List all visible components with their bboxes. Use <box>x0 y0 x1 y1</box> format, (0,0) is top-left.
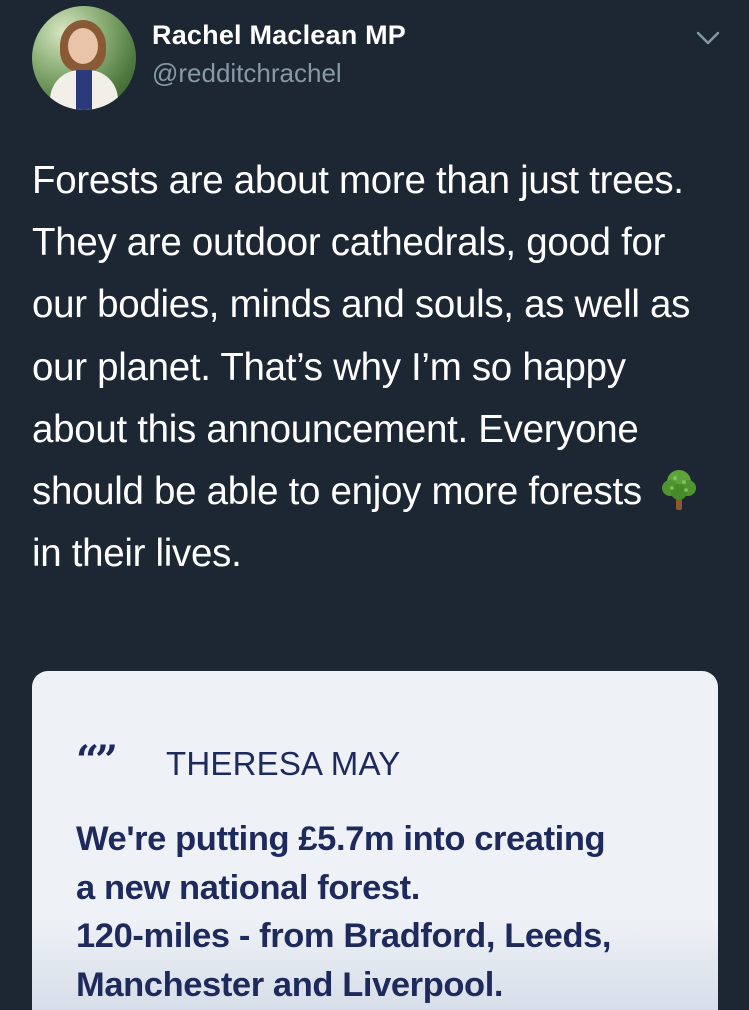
avatar[interactable] <box>32 6 136 110</box>
tweet: Rachel Maclean MP @redditchrachel Forest… <box>0 0 749 1010</box>
quote-line: Manchester and Liverpool. <box>76 965 504 1004</box>
quote-card[interactable]: “” THERESA MAY We're putting £5.7m into … <box>32 671 718 1010</box>
avatar-face <box>68 28 98 64</box>
quote-line: a new national forest. <box>76 868 420 907</box>
author-name[interactable]: Rachel Maclean MP <box>152 20 406 51</box>
quote-text: We're putting £5.7m into creating a new … <box>76 815 696 1009</box>
tweet-text-part-2: in their lives. <box>32 532 242 576</box>
avatar-shirt <box>76 70 92 110</box>
quote-mark: “” <box>76 737 118 784</box>
quote-line: We're putting £5.7m into creating <box>76 820 606 858</box>
author-handle[interactable]: @redditchrachel <box>152 58 342 89</box>
deciduous-tree-icon <box>662 470 697 511</box>
quote-line: 120-miles - from Bradford, Leeds, <box>76 917 612 955</box>
quote-author: THERESA MAY <box>166 745 401 782</box>
tweet-text-part-1: Forests are about more than just trees. … <box>32 159 691 514</box>
chevron-down-icon[interactable] <box>694 28 722 48</box>
tweet-text: Forests are about more than just trees. … <box>32 150 722 585</box>
